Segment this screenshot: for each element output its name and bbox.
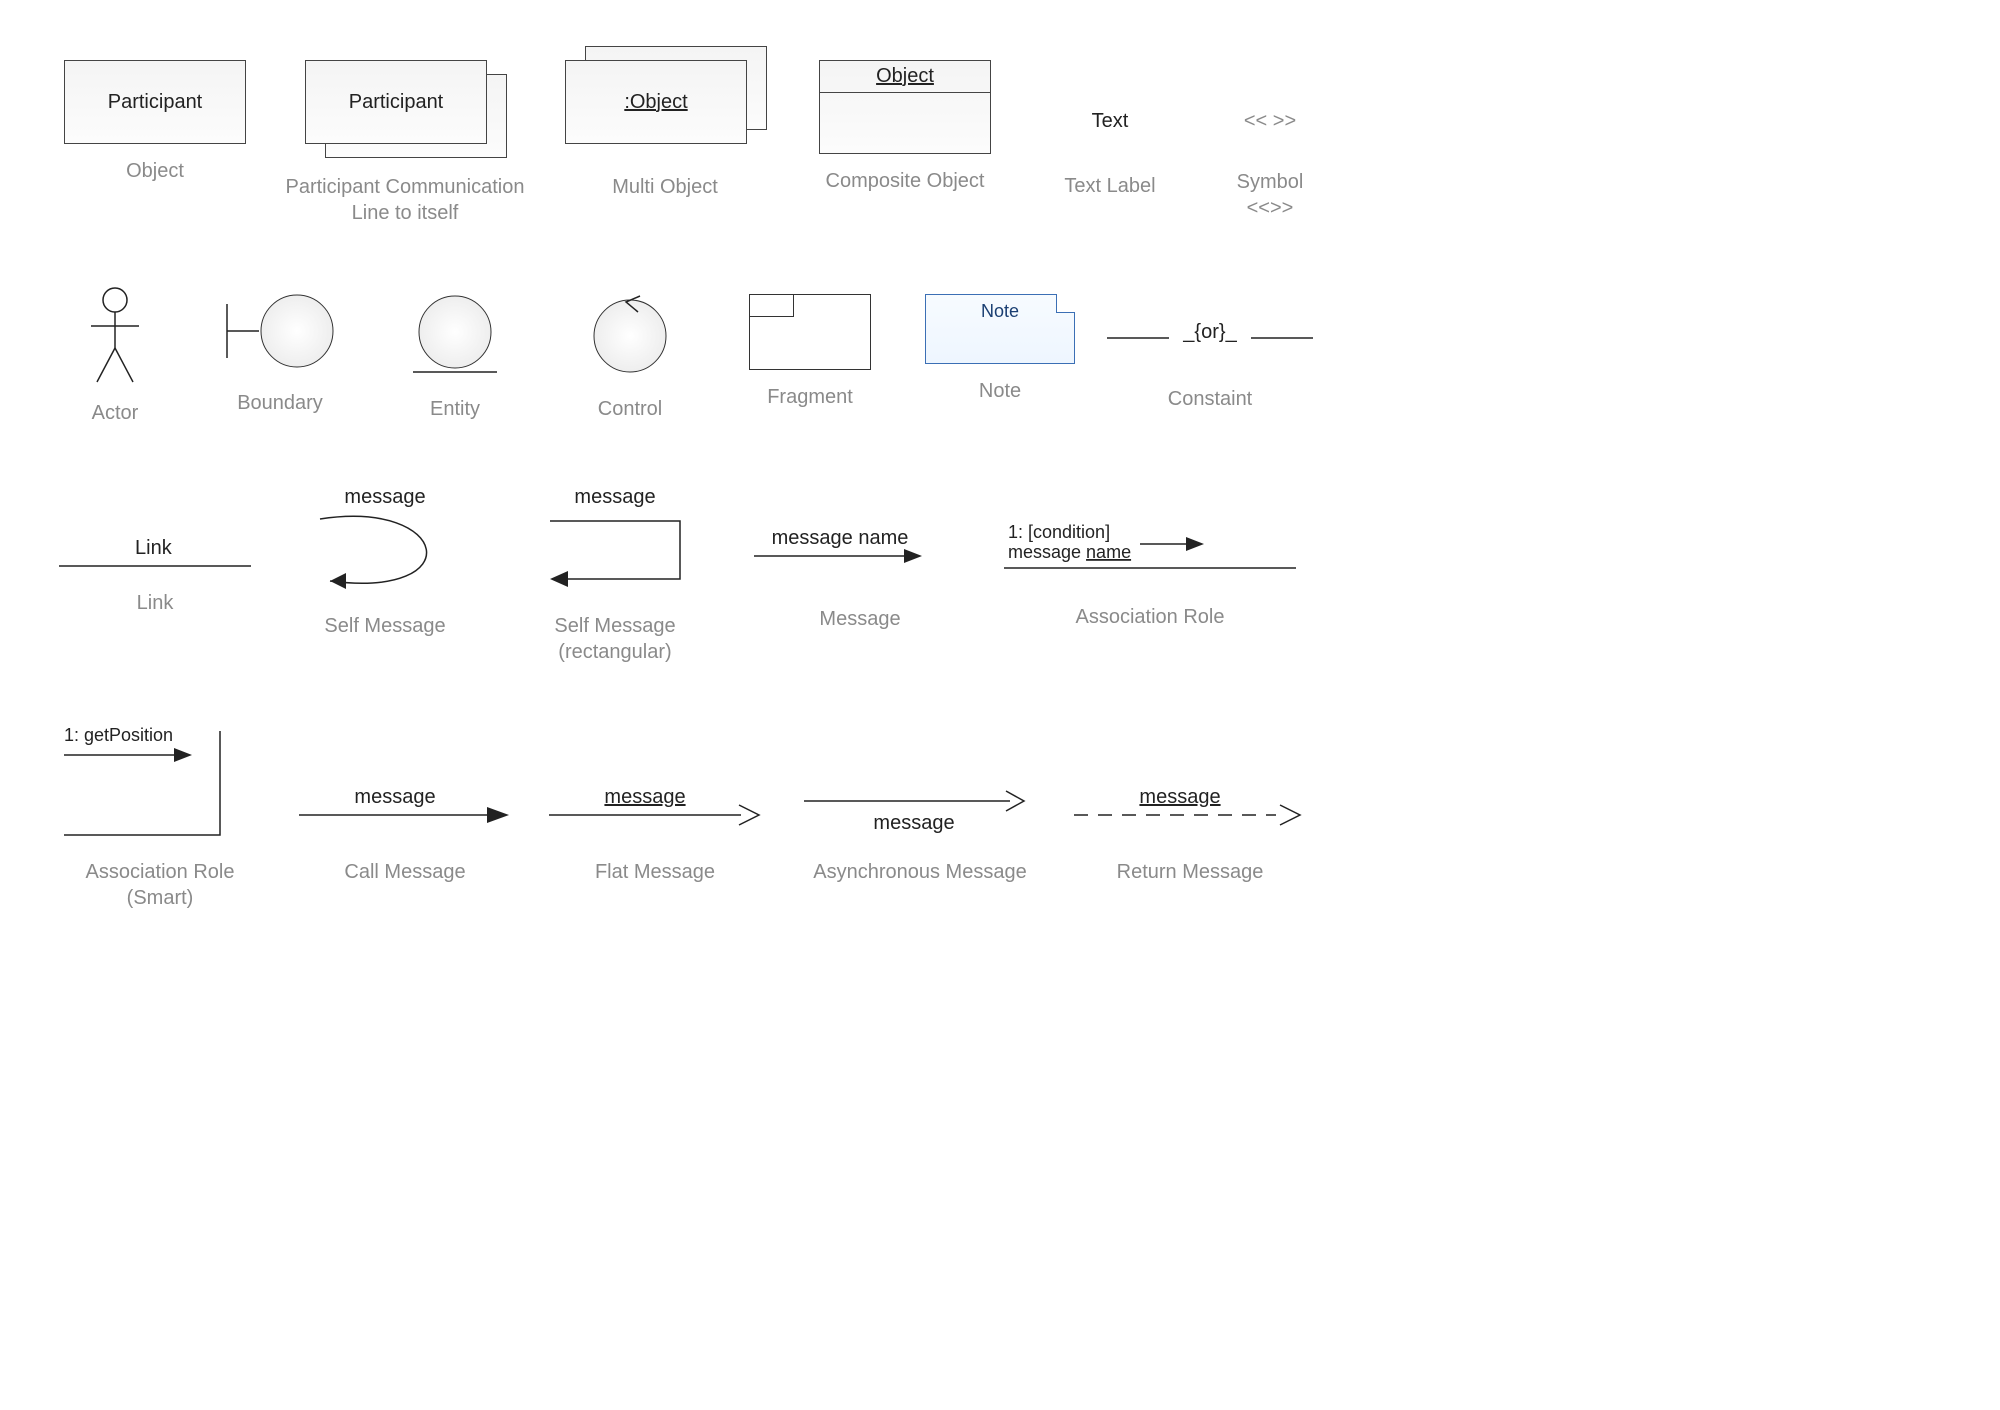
fragment-box: [749, 294, 871, 370]
composite-header: Object: [876, 65, 934, 87]
object-label: Participant: [108, 91, 203, 114]
assoc-role-caption: Association Role: [1076, 604, 1225, 630]
message-icon: message name: [750, 526, 970, 576]
participant-label: Participant: [349, 91, 444, 114]
cell-multi-object: :Object Multi Object: [540, 60, 790, 200]
self-message-rect-caption: Self Message (rectangular): [554, 613, 675, 665]
multi-object-caption: Multi Object: [612, 174, 718, 200]
svg-text:message: message: [873, 812, 954, 834]
actor-caption: Actor: [92, 400, 139, 426]
cell-entity: Entity: [370, 286, 540, 422]
svg-text:1: getPosition: 1: getPosition: [64, 725, 173, 745]
svg-text:message name: message name: [1008, 542, 1131, 562]
row-objects: Participant Object Participant Participa…: [40, 60, 1960, 226]
self-message-icon: [300, 509, 470, 599]
return-message-icon: message: [1070, 785, 1310, 835]
cell-flat-message: message Flat Message: [530, 725, 780, 885]
cell-symbol: << >> Symbol <<>>: [1200, 60, 1340, 221]
entity-icon: [405, 286, 505, 382]
cell-note: Note Note: [900, 286, 1100, 404]
svg-text:1: [condition]: 1: [condition]: [1008, 522, 1110, 542]
cell-assoc-smart: 1: getPosition Association Role (Smart): [40, 725, 280, 911]
note-text: Note: [981, 301, 1019, 321]
fragment-caption: Fragment: [767, 384, 853, 410]
svg-text:message name: message name: [772, 527, 909, 549]
flat-message-caption: Flat Message: [595, 859, 715, 885]
return-message-caption: Return Message: [1117, 859, 1264, 885]
assoc-smart-icon: 1: getPosition: [60, 725, 260, 845]
self-message-caption: Self Message: [324, 613, 445, 639]
flat-message-icon: message: [545, 785, 765, 835]
participant-stack: Participant: [305, 60, 505, 160]
cell-constraint: _{or}_ Constaint: [1100, 286, 1320, 412]
multi-object-label: :Object: [624, 91, 687, 114]
text-label-text: Text: [1092, 110, 1129, 133]
assoc-smart-caption: Association Role (Smart): [86, 859, 235, 911]
cell-call-message: message Call Message: [280, 725, 530, 885]
row-messages-2: 1: getPosition Association Role (Smart) …: [40, 725, 1960, 911]
async-message-icon: message: [800, 785, 1040, 841]
composite-box: Object: [819, 60, 991, 154]
cell-boundary: Boundary: [190, 286, 370, 416]
svg-text:message: message: [354, 786, 435, 808]
entity-caption: Entity: [430, 396, 480, 422]
svg-text:message: message: [1139, 786, 1220, 808]
boundary-caption: Boundary: [237, 390, 323, 416]
link-text: Link: [135, 537, 173, 559]
boundary-icon: [215, 286, 345, 376]
cell-assoc-role: 1: [condition] message name Association …: [990, 486, 1310, 630]
text-label-caption: Text Label: [1064, 173, 1155, 199]
cell-return-message: message Return Message: [1060, 725, 1320, 885]
self-message-rect-text: message: [574, 486, 655, 509]
assoc-role-icon: 1: [condition] message name: [1000, 520, 1300, 580]
async-message-caption: Asynchronous Message: [813, 859, 1026, 885]
svg-text:message: message: [604, 786, 685, 808]
constraint-icon: _{or}_: [1105, 316, 1315, 346]
object-caption: Object: [126, 158, 184, 184]
note-box: Note: [925, 294, 1075, 364]
cell-control: Control: [540, 286, 720, 422]
participant-caption: Participant Communication Line to itself: [286, 174, 525, 226]
constraint-caption: Constaint: [1168, 386, 1253, 412]
symbol-caption: Symbol <<>>: [1237, 169, 1304, 221]
symbol-text: << >>: [1244, 110, 1296, 133]
cell-self-message: message Self Message: [270, 486, 500, 639]
cell-participant-comm: Participant Participant Communication Li…: [270, 60, 540, 226]
self-message-text: message: [344, 486, 425, 509]
self-message-rect-icon: [530, 509, 700, 599]
control-icon: [580, 286, 680, 382]
cell-message: message name Message: [730, 486, 990, 632]
multi-object-stack: :Object: [565, 60, 765, 160]
message-caption: Message: [819, 606, 900, 632]
call-message-caption: Call Message: [344, 859, 465, 885]
actor-icon: [85, 286, 145, 386]
cell-async-message: message Asynchronous Message: [780, 725, 1060, 885]
control-caption: Control: [598, 396, 662, 422]
link-icon: Link: [55, 536, 255, 576]
object-box: Participant: [64, 60, 246, 144]
cell-fragment: Fragment: [720, 286, 900, 410]
cell-composite: Object Composite Object: [790, 60, 1020, 194]
row-icons: Actor Boundary Entity Control Fragmen: [40, 286, 1960, 426]
composite-caption: Composite Object: [826, 168, 985, 194]
cell-text-label: Text Text Label: [1020, 60, 1200, 199]
cell-actor: Actor: [40, 286, 190, 426]
call-message-icon: message: [295, 785, 515, 835]
link-caption: Link: [137, 590, 174, 616]
cell-object: Participant Object: [40, 60, 270, 184]
row-messages-1: Link Link message Self Message message S…: [40, 486, 1960, 665]
svg-text:_{or}_: _{or}_: [1182, 321, 1237, 343]
cell-link: Link Link: [40, 486, 270, 616]
cell-self-message-rect: message Self Message (rectangular): [500, 486, 730, 665]
note-caption: Note: [979, 378, 1021, 404]
